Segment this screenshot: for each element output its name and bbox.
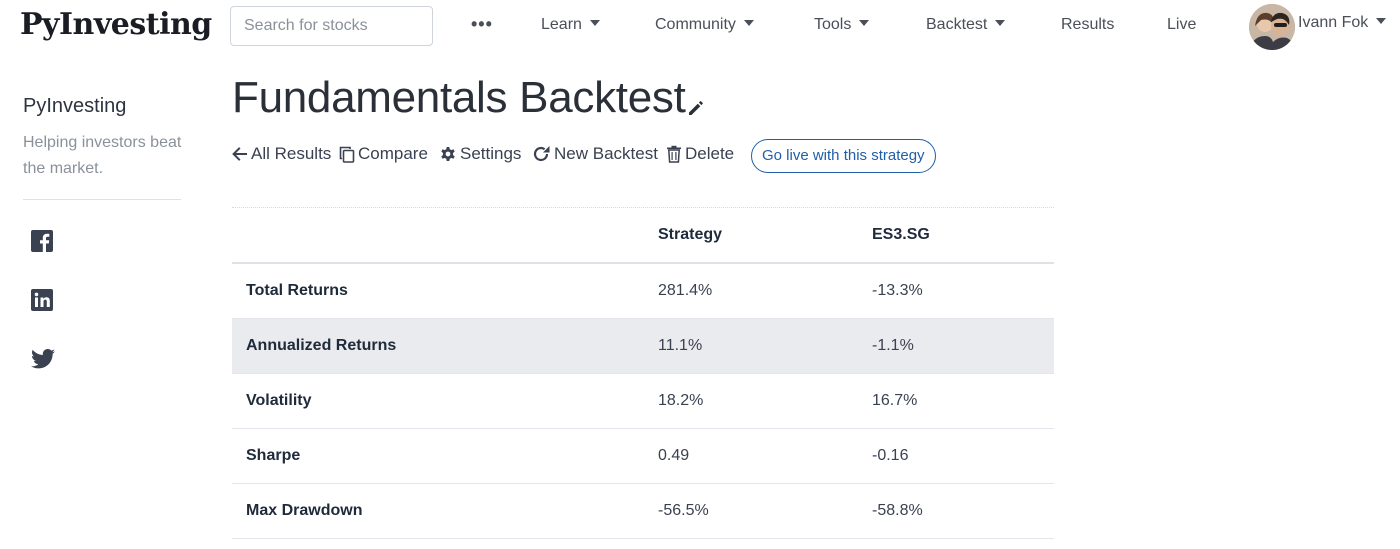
metric-name: Volatility	[232, 373, 645, 429]
table-header-row: Strategy ES3.SG	[232, 208, 1054, 264]
results-table: Strategy ES3.SG Total Returns 281.4% -13…	[232, 207, 1054, 539]
nav-tools[interactable]: Tools	[814, 16, 870, 34]
settings-label: Settings	[460, 144, 522, 163]
table-row: Sharpe 0.49 -0.16	[232, 428, 1054, 484]
delete-link[interactable]: Delete	[666, 144, 734, 164]
benchmark-value: -1.1%	[859, 318, 1054, 374]
nav-backtest[interactable]: Backtest	[926, 16, 1006, 34]
linkedin-icon[interactable]	[31, 289, 55, 313]
more-menu-button[interactable]: •••	[471, 14, 493, 35]
sidebar-divider	[23, 199, 181, 200]
benchmark-value: 16.7%	[859, 373, 1054, 429]
metric-name: Total Returns	[232, 263, 645, 319]
brand-logo[interactable]: PyInvesting	[20, 7, 212, 42]
avatar[interactable]	[1249, 4, 1295, 50]
page-title: Fundamentals Backtest	[232, 73, 686, 122]
table-row: Max Drawdown -56.5% -58.8%	[232, 483, 1054, 539]
benchmark-value: -0.16	[859, 428, 1054, 484]
search-input[interactable]	[230, 6, 433, 46]
nav-learn-label: Learn	[541, 16, 582, 33]
strategy-value: -56.5%	[645, 483, 859, 539]
compare-label: Compare	[358, 144, 428, 163]
settings-link[interactable]: Settings	[439, 144, 521, 164]
avatar-image	[1249, 4, 1295, 50]
user-menu[interactable]: Ivann Fok	[1298, 14, 1387, 32]
all-results-label: All Results	[251, 144, 332, 163]
benchmark-value: -58.8%	[859, 483, 1054, 539]
gear-icon	[441, 147, 455, 161]
nav-tools-label: Tools	[814, 16, 852, 33]
trash-icon	[667, 145, 681, 163]
arrow-left-icon	[232, 147, 247, 161]
compare-link[interactable]: Compare	[339, 144, 428, 164]
metric-name: Annualized Returns	[232, 318, 645, 374]
delete-label: Delete	[685, 144, 735, 163]
new-backtest-label: New Backtest	[554, 144, 658, 163]
redo-icon	[533, 146, 550, 162]
table-row: Annualized Returns 11.1% -1.1%	[232, 318, 1054, 374]
caret-down-icon	[743, 20, 754, 26]
all-results-link[interactable]: All Results	[232, 144, 331, 164]
strategy-value: 11.1%	[645, 318, 859, 374]
navbar: PyInvesting ••• Learn Community Tools Ba…	[0, 0, 1400, 54]
sidebar-title: PyInvesting	[23, 95, 127, 117]
sidebar-tagline: Helping investors beat the market.	[23, 134, 182, 177]
caret-down-icon	[995, 20, 1006, 26]
nav-community-label: Community	[655, 16, 736, 33]
nav-results[interactable]: Results	[1061, 16, 1114, 34]
nav-community[interactable]: Community	[655, 16, 754, 34]
facebook-icon[interactable]	[31, 230, 55, 254]
new-backtest-link[interactable]: New Backtest	[532, 144, 658, 164]
nav-learn[interactable]: Learn	[541, 16, 600, 34]
twitter-icon[interactable]	[31, 349, 55, 373]
caret-down-icon	[1376, 18, 1387, 24]
pencil-icon[interactable]	[686, 98, 706, 118]
metric-name: Max Drawdown	[232, 483, 645, 539]
benchmark-value: -13.3%	[859, 263, 1054, 319]
go-live-button[interactable]: Go live with this strategy	[751, 139, 936, 173]
caret-down-icon	[589, 20, 600, 26]
metric-name: Sharpe	[232, 428, 645, 484]
table-header-benchmark: ES3.SG	[859, 208, 1054, 264]
strategy-value: 0.49	[645, 428, 859, 484]
table-row: Volatility 18.2% 16.7%	[232, 373, 1054, 429]
table-header-strategy: Strategy	[645, 208, 859, 264]
user-name: Ivann Fok	[1298, 14, 1369, 31]
copy-icon	[339, 146, 355, 163]
nav-live[interactable]: Live	[1167, 16, 1196, 34]
table-row: Total Returns 281.4% -13.3%	[232, 263, 1054, 319]
nav-backtest-label: Backtest	[926, 16, 988, 33]
table-header-metric	[232, 208, 645, 264]
strategy-value: 18.2%	[645, 373, 859, 429]
strategy-value: 281.4%	[645, 263, 859, 319]
caret-down-icon	[859, 20, 870, 26]
